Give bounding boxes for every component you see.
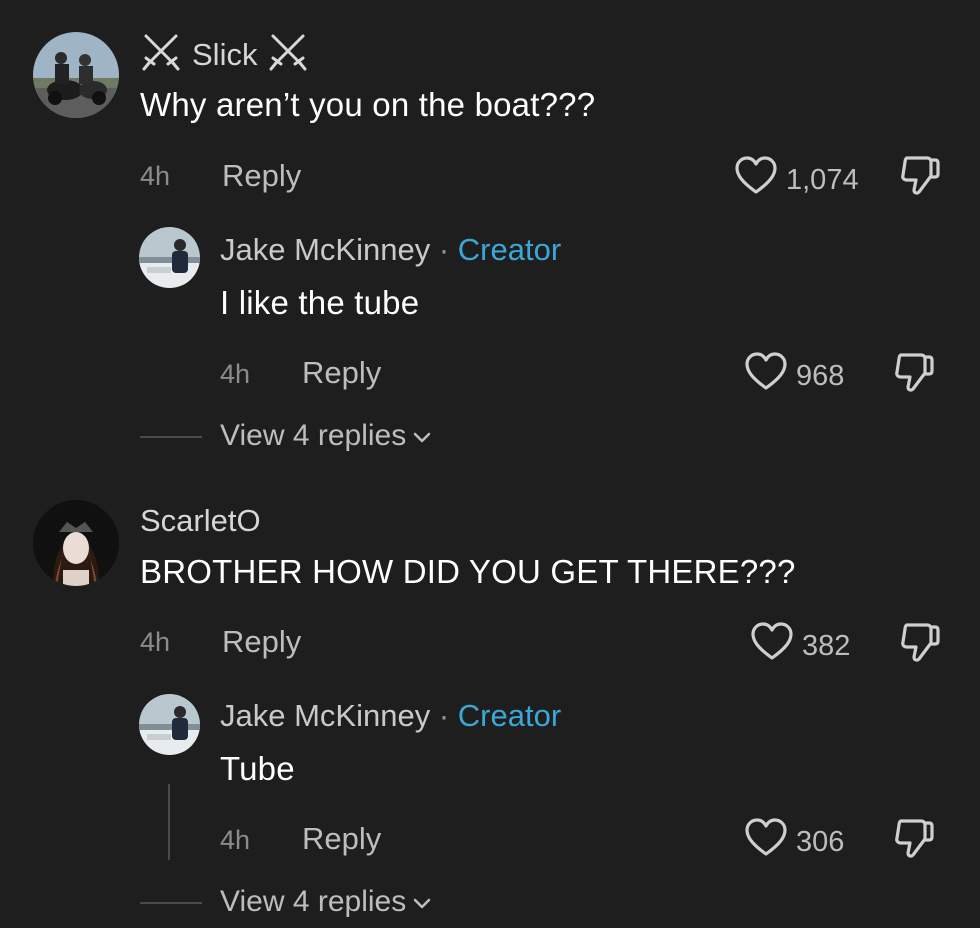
like-count: 306 [796,825,845,858]
reply-text: Tube [220,750,295,787]
creator-badge: Creator [457,232,562,267]
thread-divider [140,436,202,438]
heart-outline-icon [734,156,778,204]
avatar-jake-image [139,227,200,288]
reply-text: I like the tube [220,284,420,321]
thumbs-down-outline-icon [899,623,941,667]
thumbs-down-outline-icon [899,156,941,200]
view-replies-button[interactable]: View 4 replies [220,419,432,453]
reply-author-row: Jake McKinney · Creator [220,698,561,734]
dislike-button[interactable] [899,621,941,668]
like-button[interactable]: 1,074 [734,156,859,204]
thumbs-down-outline-icon [893,353,935,397]
like-count: 382 [802,629,851,662]
like-count: 968 [796,359,845,392]
like-button[interactable]: 968 [744,352,844,400]
avatar-jake-mckinney[interactable] [139,227,200,288]
like-button[interactable]: 382 [750,622,850,670]
reply-button[interactable]: Reply [222,158,301,194]
avatar-slick[interactable] [33,32,119,118]
reply-button[interactable]: Reply [302,355,381,391]
comment-timestamp: 4h [140,627,171,657]
like-button[interactable]: 306 [744,818,844,866]
heart-outline-icon [744,818,788,866]
avatar-slick-image [33,32,119,118]
comment-text: BROTHER HOW DID YOU GET THERE??? [140,553,796,590]
chevron-down-icon [412,885,432,919]
comment-username[interactable]: ScarletO [140,503,261,539]
dislike-button[interactable] [893,817,935,864]
comment-username[interactable]: Slick [192,37,257,73]
thumbs-down-outline-icon [893,819,935,863]
username-row: Slick [140,32,309,77]
heart-outline-icon [744,352,788,400]
like-count: 1,074 [786,163,859,196]
heart-outline-icon [750,622,794,670]
dislike-button[interactable] [899,154,941,201]
view-replies-label: View 4 replies [220,885,407,918]
avatar-scarleto-image [33,500,119,586]
reply-username[interactable]: Jake McKinney [220,232,430,267]
view-replies-label: View 4 replies [220,419,407,452]
separator-dot: · [438,698,450,733]
avatar-jake-image [139,694,200,755]
creator-badge: Creator [457,698,562,733]
reply-button[interactable]: Reply [302,821,381,857]
avatar-jake-mckinney[interactable] [139,694,200,755]
crossed-swords-icon [267,32,309,77]
thread-divider [140,902,202,904]
crossed-swords-icon [140,32,182,77]
view-replies-button[interactable]: View 4 replies [220,885,432,919]
comment-text: Why aren’t you on the boat??? [140,86,596,123]
reply-timestamp: 4h [220,825,251,855]
separator-dot: · [438,232,450,267]
avatar-scarleto[interactable] [33,500,119,586]
dislike-button[interactable] [893,351,935,398]
reply-timestamp: 4h [220,359,251,389]
thread-connector [168,784,170,860]
chevron-down-icon [412,419,432,453]
reply-username[interactable]: Jake McKinney [220,698,430,733]
reply-author-row: Jake McKinney · Creator [220,232,561,268]
comment-timestamp: 4h [140,161,171,191]
reply-button[interactable]: Reply [222,624,301,660]
